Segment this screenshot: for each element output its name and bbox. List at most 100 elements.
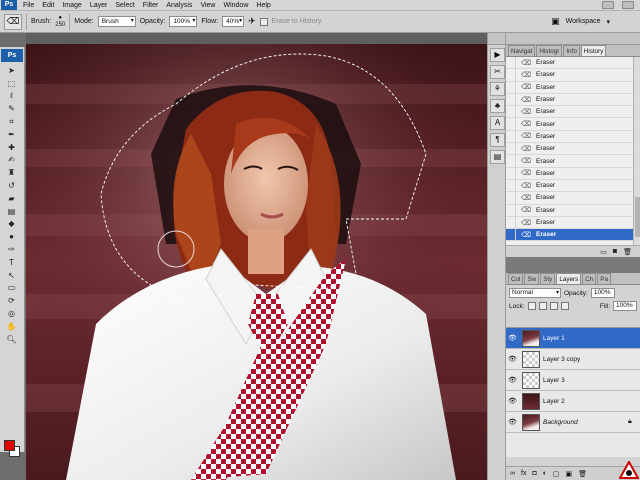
history-source-checkbox[interactable]	[506, 192, 516, 204]
clone-source-icon[interactable]: ♣	[490, 99, 505, 113]
history-item[interactable]: ⌫ Eraser	[506, 216, 640, 230]
history-source-checkbox[interactable]	[506, 118, 516, 130]
tab-paths[interactable]: Pa	[597, 273, 611, 284]
history-source-checkbox[interactable]	[506, 179, 516, 192]
delete-layer-icon[interactable]: 🗑︎	[578, 470, 587, 478]
opacity-field[interactable]: 100%	[169, 16, 198, 27]
layer-row[interactable]: 👁︎ Layer 3 copy	[506, 349, 640, 370]
history-source-checkbox[interactable]	[506, 106, 516, 118]
notes-icon[interactable]: ▤	[490, 150, 505, 164]
workspace-switcher[interactable]: ▣ Workspace ▾	[551, 16, 610, 27]
history-source-checkbox[interactable]	[506, 81, 516, 93]
layer-row[interactable]: 👁︎ Layer 2	[506, 391, 640, 412]
layer-row[interactable]: 👁︎ Layer 3	[506, 370, 640, 391]
menu-layer[interactable]: Layer	[86, 0, 112, 11]
tab-info[interactable]: Info	[563, 45, 580, 56]
lock-pixels-icon[interactable]	[538, 302, 547, 310]
history-item[interactable]: ⌫ Eraser	[506, 93, 640, 107]
move-tool-icon[interactable]: ➤	[0, 64, 23, 77]
flow-field[interactable]: 40%	[222, 16, 245, 27]
quick-select-tool-icon[interactable]: ✎	[0, 102, 23, 115]
layer-row[interactable]: 👁︎ Layer 1	[506, 328, 640, 349]
history-item[interactable]: ⌫ Eraser	[506, 118, 640, 131]
shape-tool-icon[interactable]: ▭	[0, 282, 23, 295]
mode-select[interactable]: Brush	[97, 16, 136, 27]
history-item[interactable]: ⌫ Eraser	[506, 192, 640, 205]
history-item[interactable]: ⌫ Eraser	[506, 106, 640, 119]
tab-color[interactable]: Col	[508, 273, 524, 284]
healing-brush-tool-icon[interactable]: ✚	[0, 141, 23, 154]
history-item[interactable]: ⌫ Eraser	[506, 143, 640, 156]
add-mask-icon[interactable]: ◘	[532, 470, 536, 477]
history-source-checkbox[interactable]	[506, 57, 516, 69]
marquee-tool-icon[interactable]: ⬚	[0, 77, 23, 90]
tab-swatches[interactable]: Sw	[524, 273, 540, 284]
eye-icon[interactable]: 👁︎	[506, 376, 519, 384]
eraser-tool-preset-icon[interactable]: ⌫	[4, 13, 22, 30]
history-scrollbar[interactable]	[633, 57, 640, 245]
menu-view[interactable]: View	[196, 0, 219, 11]
new-document-from-state-icon[interactable]: ▭	[600, 248, 607, 256]
history-brush-tool-icon[interactable]: ↺	[0, 179, 23, 192]
history-item[interactable]: ⌫ Eraser	[506, 179, 640, 193]
gradient-tool-icon[interactable]: ▤	[0, 205, 23, 218]
eye-icon[interactable]: 👁︎	[506, 334, 519, 342]
eraser-tool-icon[interactable]: ▰	[0, 192, 23, 205]
character-icon[interactable]: A	[490, 116, 505, 130]
menu-select[interactable]: Select	[111, 0, 138, 11]
history-item[interactable]: ⌫ Eraser	[506, 167, 640, 180]
eye-icon[interactable]: 👁︎	[506, 397, 519, 405]
blur-tool-icon[interactable]: ◆	[0, 218, 23, 231]
tab-layers[interactable]: Layers	[556, 273, 582, 284]
history-source-checkbox[interactable]	[506, 216, 516, 229]
paths-icon[interactable]: ⚘	[490, 82, 505, 96]
menu-filter[interactable]: Filter	[139, 0, 163, 11]
pen-tool-icon[interactable]: ✑	[0, 243, 23, 256]
link-layers-icon[interactable]: ∞	[510, 470, 515, 477]
history-source-checkbox[interactable]	[506, 167, 516, 179]
history-item[interactable]: ⌫ Eraser	[506, 69, 640, 82]
menu-analysis[interactable]: Analysis	[162, 0, 196, 11]
tab-channels[interactable]: Ch	[582, 273, 597, 284]
dodge-tool-icon[interactable]: ●	[0, 230, 23, 243]
eyedropper-tool-icon[interactable]: ✒	[0, 128, 23, 141]
lock-transparency-icon[interactable]	[527, 302, 536, 310]
clone-stamp-tool-icon[interactable]: ♜	[0, 166, 23, 179]
type-tool-icon[interactable]: T	[0, 256, 23, 269]
crop-tool-icon[interactable]: ⌗	[0, 115, 23, 128]
menu-file[interactable]: File	[19, 0, 38, 11]
history-source-checkbox[interactable]	[506, 155, 516, 167]
hand-tool-icon[interactable]: ✋	[0, 320, 23, 333]
adjustment-layer-icon[interactable]: ◐	[543, 470, 547, 477]
eye-icon[interactable]: 👁︎	[506, 355, 519, 363]
history-source-checkbox[interactable]	[506, 143, 516, 155]
delete-state-icon[interactable]: 🗑︎	[623, 248, 632, 256]
lock-all-icon[interactable]	[560, 302, 569, 310]
fill-field[interactable]: 100%	[613, 301, 637, 311]
history-source-checkbox[interactable]	[506, 229, 516, 241]
history-tools-icon[interactable]: ✂	[490, 65, 505, 79]
layer-row[interactable]: 👁︎ Background 🔒︎	[506, 412, 640, 433]
eye-icon[interactable]: 👁︎	[506, 418, 519, 426]
history-item[interactable]: ⌫ Eraser	[506, 81, 640, 94]
path-select-tool-icon[interactable]: ↖	[0, 269, 23, 282]
history-item[interactable]: ⌫ Eraser	[506, 57, 640, 70]
menu-image[interactable]: Image	[58, 0, 85, 11]
brush-tool-icon[interactable]: ✍	[0, 154, 23, 167]
history-source-checkbox[interactable]	[506, 93, 516, 106]
lasso-tool-icon[interactable]: ℓ	[0, 90, 23, 103]
blend-mode-select[interactable]: Normal	[509, 288, 561, 298]
minimize-button[interactable]	[602, 1, 614, 9]
history-item[interactable]: ⌫ Eraser	[506, 130, 640, 144]
lock-position-icon[interactable]	[549, 302, 558, 310]
history-source-checkbox[interactable]	[506, 204, 516, 216]
new-group-icon[interactable]: ▢	[553, 470, 560, 478]
layer-opacity-field[interactable]: 100%	[590, 288, 615, 298]
scrollbar-thumb[interactable]	[635, 197, 640, 237]
maximize-button[interactable]	[622, 1, 634, 9]
airbrush-icon[interactable]: ✈	[248, 16, 256, 27]
create-snapshot-icon[interactable]: ◙	[613, 248, 617, 255]
history-item-selected[interactable]: ⌫ Eraser	[506, 229, 640, 242]
tab-history[interactable]: History	[580, 45, 607, 56]
3d-orbit-tool-icon[interactable]: ◎	[0, 307, 23, 320]
